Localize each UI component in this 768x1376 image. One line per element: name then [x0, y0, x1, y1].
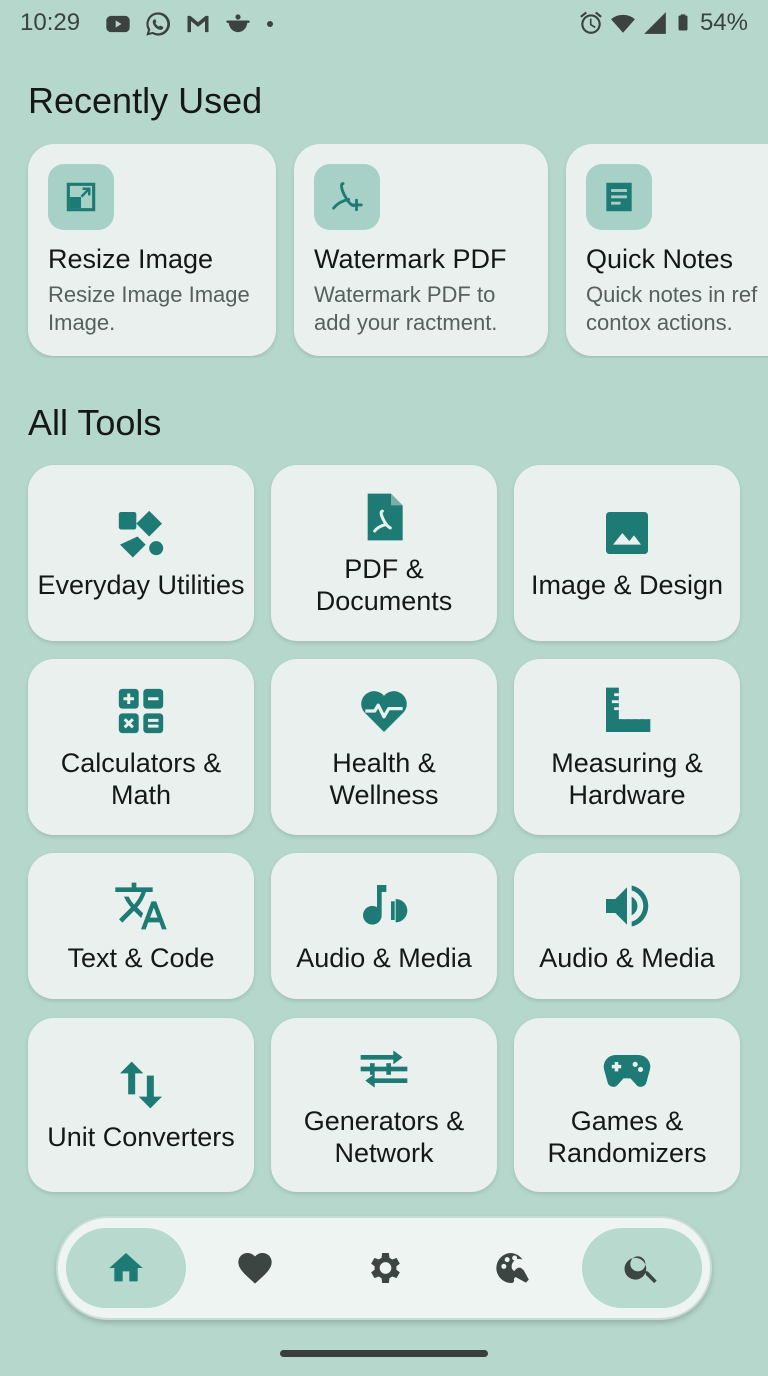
tool-text-code[interactable]: Text & Code — [28, 853, 254, 999]
gamepad-icon — [599, 1041, 655, 1097]
alarm-icon — [580, 11, 602, 34]
cloud-bot-icon — [226, 14, 250, 33]
wifi-icon — [611, 14, 635, 33]
recent-item-quick-notes[interactable]: Quick Notes Quick notes in ref contox ac… — [566, 144, 768, 356]
music-note-icon — [356, 878, 412, 934]
tool-label: Generators & Network — [303, 1106, 465, 1168]
recently-used-list[interactable]: Resize Image Resize Image Image Image. W… — [0, 144, 768, 358]
generator-icon — [356, 1041, 412, 1097]
nav-home[interactable] — [66, 1228, 186, 1308]
nav-favorites[interactable] — [195, 1228, 315, 1308]
tool-label: Unit Converters — [47, 1122, 235, 1152]
bottom-navigation — [56, 1216, 712, 1320]
dot-icon — [267, 21, 273, 27]
recent-item-description: Resize Image Image Image. — [48, 282, 250, 335]
recently-used-title: Recently Used — [28, 80, 263, 121]
tool-label: Health & Wellness — [329, 748, 439, 810]
ruler-icon — [599, 683, 655, 739]
recent-item-description: Quick notes in ref contox actions. — [586, 282, 758, 335]
tool-label: Everyday Utilities — [37, 570, 245, 600]
tool-calculators-math[interactable]: Calculators & Math — [28, 659, 254, 835]
utilities-icon — [113, 505, 169, 561]
tool-image-design[interactable]: Image & Design — [514, 465, 740, 641]
notification-icons — [104, 10, 276, 38]
speaker-icon — [599, 878, 655, 934]
recent-item-description: Watermark PDF to add your ractment. — [314, 282, 498, 335]
signal-icon — [644, 12, 666, 34]
heart-pulse-icon — [356, 683, 412, 739]
whatsapp-icon — [146, 12, 171, 36]
nav-search[interactable] — [582, 1228, 702, 1308]
battery-percentage: 54% — [699, 9, 748, 36]
recent-item-title: Resize Image — [48, 244, 214, 274]
status-time: 10:29 — [20, 9, 81, 36]
home-indicator[interactable] — [280, 1350, 488, 1357]
tool-pdf-documents[interactable]: PDF & Documents — [271, 465, 497, 641]
battery-icon — [678, 14, 688, 31]
resize-icon — [48, 164, 114, 230]
tool-label: Image & Design — [530, 570, 724, 600]
app-screen: 10:29 54% Recently Used Resize Image Res… — [0, 0, 768, 1376]
tool-label: Audio & Media — [539, 943, 715, 973]
tool-measuring-hardware[interactable]: Measuring & Hardware — [514, 659, 740, 835]
recent-item-watermark-pdf[interactable]: Watermark PDF Watermark PDF to add your … — [294, 144, 548, 356]
tool-health-wellness[interactable]: Health & Wellness — [271, 659, 497, 835]
recent-item-resize-image[interactable]: Resize Image Resize Image Image Image. — [28, 144, 276, 356]
tool-audio-media-speaker[interactable]: Audio & Media — [514, 853, 740, 999]
tool-label: Games & Randomizers — [547, 1106, 707, 1168]
calculator-icon — [113, 683, 169, 739]
notes-icon — [586, 164, 652, 230]
pdf-add-icon — [314, 164, 380, 230]
tool-audio-media-music[interactable]: Audio & Media — [271, 853, 497, 999]
tool-label: Text & Code — [67, 943, 215, 973]
search-icon — [624, 1256, 657, 1284]
gmail-icon — [187, 15, 209, 33]
tool-label: Calculators & Math — [60, 748, 222, 810]
translate-icon — [113, 878, 169, 934]
tool-label: PDF & Documents — [315, 554, 453, 616]
tool-label: Measuring & Hardware — [551, 748, 703, 810]
tool-label: Audio & Media — [296, 943, 472, 973]
tool-unit-converters[interactable]: Unit Converters — [28, 1018, 254, 1192]
heart-icon — [238, 1253, 272, 1284]
pdf-document-icon — [356, 489, 412, 545]
all-tools-title: All Tools — [28, 402, 162, 443]
nav-theme-tools[interactable] — [453, 1228, 573, 1308]
recent-item-title: Watermark PDF — [314, 244, 507, 274]
nav-settings[interactable] — [324, 1228, 444, 1308]
image-icon — [599, 505, 655, 561]
home-icon — [109, 1253, 143, 1282]
recent-item-title: Quick Notes — [586, 244, 734, 274]
tool-everyday-utilities[interactable]: Everyday Utilities — [28, 465, 254, 641]
system-status-icons: 54% — [578, 9, 748, 37]
palette-tool-icon — [496, 1253, 529, 1283]
swap-vertical-icon — [113, 1057, 169, 1113]
youtube-icon — [106, 15, 130, 33]
status-bar: 10:29 54% — [0, 0, 768, 46]
tool-games-randomizers[interactable]: Games & Randomizers — [514, 1018, 740, 1192]
tool-generators-network[interactable]: Generators & Network — [271, 1018, 497, 1192]
gear-icon — [371, 1253, 400, 1283]
